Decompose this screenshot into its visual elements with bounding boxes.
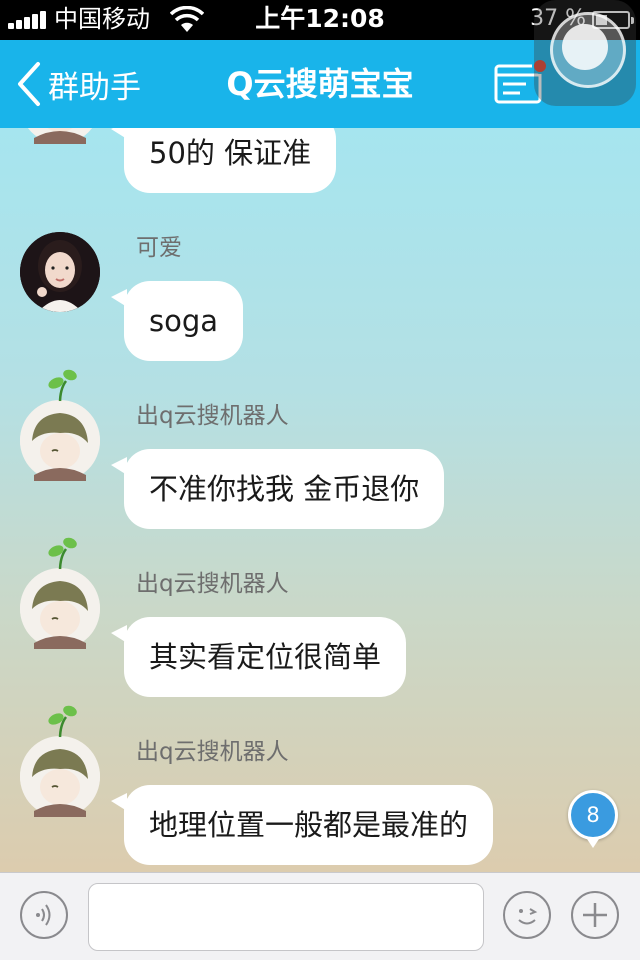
message-input[interactable] [88,883,484,951]
bot-avatar[interactable] [20,128,100,144]
sender-name: 可爱 [136,235,182,261]
voice-icon [36,904,51,926]
bot-avatar[interactable] [20,705,100,817]
sender-name: 出q云搜机器人 [136,403,289,429]
back-chevron-icon [18,62,40,106]
bot-avatar[interactable] [20,369,100,481]
back-button[interactable]: 群助手 [14,60,141,108]
sender-name: 出q云搜机器人 [136,571,289,597]
unread-count-badge[interactable]: 8 [568,790,618,848]
chat-title: Q云搜萌宝宝 [226,65,414,103]
message-bubble[interactable]: 不准你找我 金币退你 [110,449,445,529]
message-bubble[interactable]: soga [110,281,244,361]
bot-avatar[interactable] [20,537,100,649]
message-bubble[interactable]: 50的 保证准 [110,128,337,193]
message-bubble[interactable]: 地理位置一般都是最准的 [110,785,494,865]
girl-avatar[interactable] [20,232,100,312]
chat-area[interactable]: 50的 保证准 可爱 soga 出q云搜机器人 不准你找我 金币退你 出q云搜机… [0,128,640,872]
message-bubble[interactable]: 其实看定位很简单 [110,617,407,697]
emoji-icon [518,908,538,925]
input-bar [0,872,640,960]
assistive-touch-icon[interactable] [534,0,636,106]
plus-icon [583,903,607,927]
sender-name: 出q云搜机器人 [136,739,289,765]
voice-button[interactable] [20,891,68,939]
emoji-button[interactable] [503,891,551,939]
plus-button[interactable] [571,891,619,939]
back-label: 群助手 [48,69,141,106]
